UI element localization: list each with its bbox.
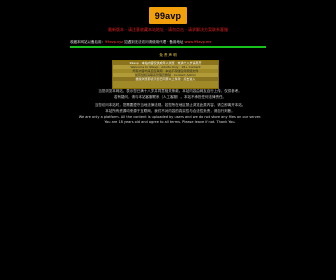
primary-domain-link[interactable]: 99avp.xyz [105, 40, 123, 44]
info-middle: 如遇到无法访问请使用代理 · 备用地址 [122, 40, 185, 44]
section-title: 免 责 声 明 [159, 53, 177, 57]
logo-container: 99avp [0, 6, 336, 25]
notice-box[interactable]: 99avp · 本站内容仅供成年人浏览 · 未满十八岁请离开 Welcome t… [112, 60, 219, 89]
tagline-line-1: 最新版本 - 请注意收藏本站地址 - 请勿点击 - 请求解决方案联系客服 [108, 27, 228, 32]
backup-domain-link[interactable]: www.99avp.me [185, 40, 212, 44]
notice-enter-row[interactable]: 继续浏览即表示您已同意以上条款 · 点击进入 [113, 77, 218, 81]
info-prefix: 收藏本网站以备后用： [70, 40, 105, 44]
header-tagline: 最新版本 - 请注意收藏本站地址 - 请勿点击 - 请求解决方案联系客服 [0, 27, 336, 32]
site-logo[interactable]: 99avp [148, 6, 188, 25]
body-paragraph-4: 本站所有资源均来源于互联网，我们不对内容的真实性与合法性负责，请自行判断。 [105, 109, 235, 113]
body-paragraph-2: 若有疑问，请与本站客服联系（人工客服）。本站不承担任何法律责任。 [114, 95, 226, 99]
divider-bar [70, 46, 266, 48]
body-paragraph-6: You are 18 years old and agree to all te… [104, 120, 236, 124]
body-paragraph-1: 当您浏览本网站，表示您已满十八岁并同意相关条款。本站内容由网友自行上传，仅供参考… [98, 89, 242, 93]
info-row: 收藏本网站以备后用：99avp.xyz 如遇到无法访问请使用代理 · 备用地址 … [70, 40, 270, 45]
body-paragraph-3: 当您访问本站时，您需要遵守当地法律法规。若您所在地区禁止浏览此类内容，请立即离开… [94, 103, 246, 107]
